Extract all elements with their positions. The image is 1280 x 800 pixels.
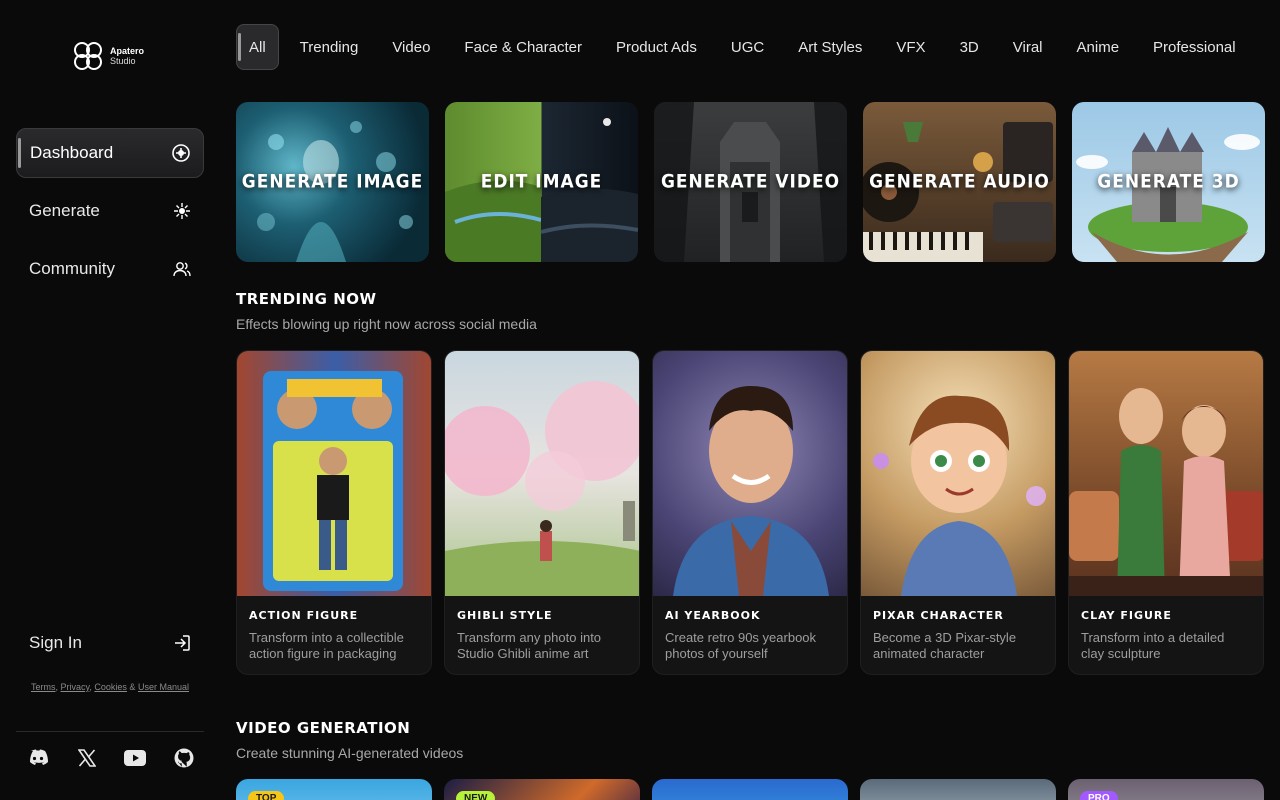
trend-card-desc: Transform into a detailed clay sculpture — [1081, 630, 1225, 661]
trend-card-title: CLAY FIGURE — [1081, 609, 1172, 622]
sidebar-item-dashboard[interactable]: Dashboard — [16, 128, 204, 178]
brand-logo[interactable]: Apatero Studio — [72, 40, 144, 72]
video-subtitle: Create stunning AI-generated videos — [236, 745, 464, 761]
generator-cards: GENERATE IMAGE EDIT IMAGE GENERATE VIDEO… — [236, 102, 1265, 262]
trend-card-ghibli-style[interactable]: GHIBLI STYLE Transform any photo into St… — [444, 350, 640, 675]
sidebar-divider — [16, 731, 204, 732]
trend-card-desc: Transform into a collectible action figu… — [249, 630, 404, 661]
apatero-logo-icon — [74, 42, 102, 70]
x-icon[interactable] — [75, 746, 99, 770]
category-tabs: All Trending Video Face & Character Prod… — [236, 24, 1253, 70]
video-cards: TOP NEW PRO — [236, 779, 1264, 800]
video-card[interactable]: PRO — [1068, 779, 1264, 800]
generate-audio-label: GENERATE AUDIO — [869, 171, 1050, 193]
video-card[interactable] — [652, 779, 848, 800]
trend-card-action-figure[interactable]: ACTION FIGURE Transform into a collectib… — [236, 350, 432, 675]
sidebar-item-label: Dashboard — [30, 143, 114, 162]
tab-face-character[interactable]: Face & Character — [447, 24, 599, 70]
sidebar: Apatero Studio Dashboard Generate Commun… — [0, 0, 220, 800]
generate-3d-label: GENERATE 3D — [1097, 171, 1240, 193]
generate-image-label: GENERATE IMAGE — [241, 171, 424, 193]
sidebar-item-community[interactable]: Community — [16, 244, 204, 294]
trend-card-title: AI YEARBOOK — [665, 609, 761, 622]
cookies-link[interactable]: Cookies — [94, 682, 127, 692]
trend-card-title: PIXAR CHARACTER — [873, 609, 1004, 622]
user-manual-link[interactable]: User Manual — [138, 682, 189, 692]
video-card[interactable] — [860, 779, 1056, 800]
trend-card-ai-yearbook[interactable]: AI YEARBOOK Create retro 90s yearbook ph… — [652, 350, 848, 675]
edit-image-card[interactable]: EDIT IMAGE — [445, 102, 638, 262]
video-card[interactable]: NEW — [444, 779, 640, 800]
generate-video-label: GENERATE VIDEO — [660, 171, 841, 193]
trend-card-desc: Create retro 90s yearbook photos of your… — [665, 630, 817, 661]
ai-yearbook-thumbnail — [653, 351, 847, 596]
tab-trending[interactable]: Trending — [283, 24, 376, 70]
trend-card-title: GHIBLI STYLE — [457, 609, 553, 622]
tab-product-ads[interactable]: Product Ads — [599, 24, 714, 70]
pixar-character-thumbnail — [861, 351, 1055, 596]
app-root: Apatero Studio Dashboard Generate Commun… — [0, 0, 1280, 800]
tab-professional[interactable]: Professional — [1136, 24, 1253, 70]
sparkle-icon — [172, 201, 192, 221]
trend-card-desc: Transform any photo into Studio Ghibli a… — [457, 630, 602, 661]
trending-subtitle: Effects blowing up right now across soci… — [236, 316, 537, 332]
tab-art-styles[interactable]: Art Styles — [781, 24, 879, 70]
trend-card-clay-figure[interactable]: CLAY FIGURE Transform into a detailed cl… — [1068, 350, 1264, 675]
edit-image-label: EDIT IMAGE — [480, 171, 603, 193]
legal-links: Terms, Privacy, Cookies & User Manual — [31, 682, 189, 692]
signin-label: Sign In — [29, 633, 82, 652]
tab-vfx[interactable]: VFX — [879, 24, 942, 70]
discord-icon[interactable] — [26, 746, 50, 770]
users-icon — [172, 259, 192, 279]
trend-card-desc: Become a 3D Pixar-style animated charact… — [873, 630, 1017, 661]
video-title: VIDEO GENERATION — [236, 719, 411, 737]
ghibli-style-thumbnail — [445, 351, 639, 596]
action-figure-thumbnail — [237, 351, 431, 596]
pro-badge: PRO — [1080, 791, 1118, 800]
top-badge: TOP — [248, 791, 285, 800]
brand-line1: Apatero — [110, 46, 145, 56]
tab-video[interactable]: Video — [375, 24, 447, 70]
dashboard-icon — [171, 143, 191, 163]
youtube-icon[interactable] — [123, 746, 147, 770]
login-icon — [172, 633, 192, 653]
sidebar-item-label: Community — [29, 259, 115, 278]
brand-name: Apatero Studio — [110, 46, 144, 66]
brand-line2: Studio — [110, 56, 136, 66]
terms-link[interactable]: Terms — [31, 682, 56, 692]
trending-cards: ACTION FIGURE Transform into a collectib… — [236, 350, 1264, 675]
legal-amp: & — [129, 682, 136, 692]
sidebar-nav: Dashboard Generate Community — [16, 128, 204, 302]
generate-video-card[interactable]: GENERATE VIDEO — [654, 102, 847, 262]
social-links — [26, 746, 196, 770]
sidebar-item-generate[interactable]: Generate — [16, 186, 204, 236]
main-content: All Trending Video Face & Character Prod… — [236, 0, 1280, 800]
sidebar-item-label: Generate — [29, 201, 100, 220]
video-card[interactable]: TOP — [236, 779, 432, 800]
github-icon[interactable] — [172, 746, 196, 770]
tab-anime[interactable]: Anime — [1060, 24, 1137, 70]
new-badge: NEW — [456, 791, 496, 800]
tab-ugc[interactable]: UGC — [714, 24, 781, 70]
tab-all[interactable]: All — [236, 24, 279, 70]
clay-figure-thumbnail — [1069, 351, 1263, 596]
trend-card-title: ACTION FIGURE — [249, 609, 359, 622]
tab-3d[interactable]: 3D — [943, 24, 996, 70]
generate-audio-card[interactable]: GENERATE AUDIO — [863, 102, 1056, 262]
generate-3d-card[interactable]: GENERATE 3D — [1072, 102, 1265, 262]
trending-title: TRENDING NOW — [236, 290, 377, 308]
tab-viral[interactable]: Viral — [996, 24, 1060, 70]
generate-image-card[interactable]: GENERATE IMAGE — [236, 102, 429, 262]
signin-button[interactable]: Sign In — [16, 620, 204, 666]
privacy-link[interactable]: Privacy — [61, 682, 90, 692]
trend-card-pixar-character[interactable]: PIXAR CHARACTER Become a 3D Pixar-style … — [860, 350, 1056, 675]
